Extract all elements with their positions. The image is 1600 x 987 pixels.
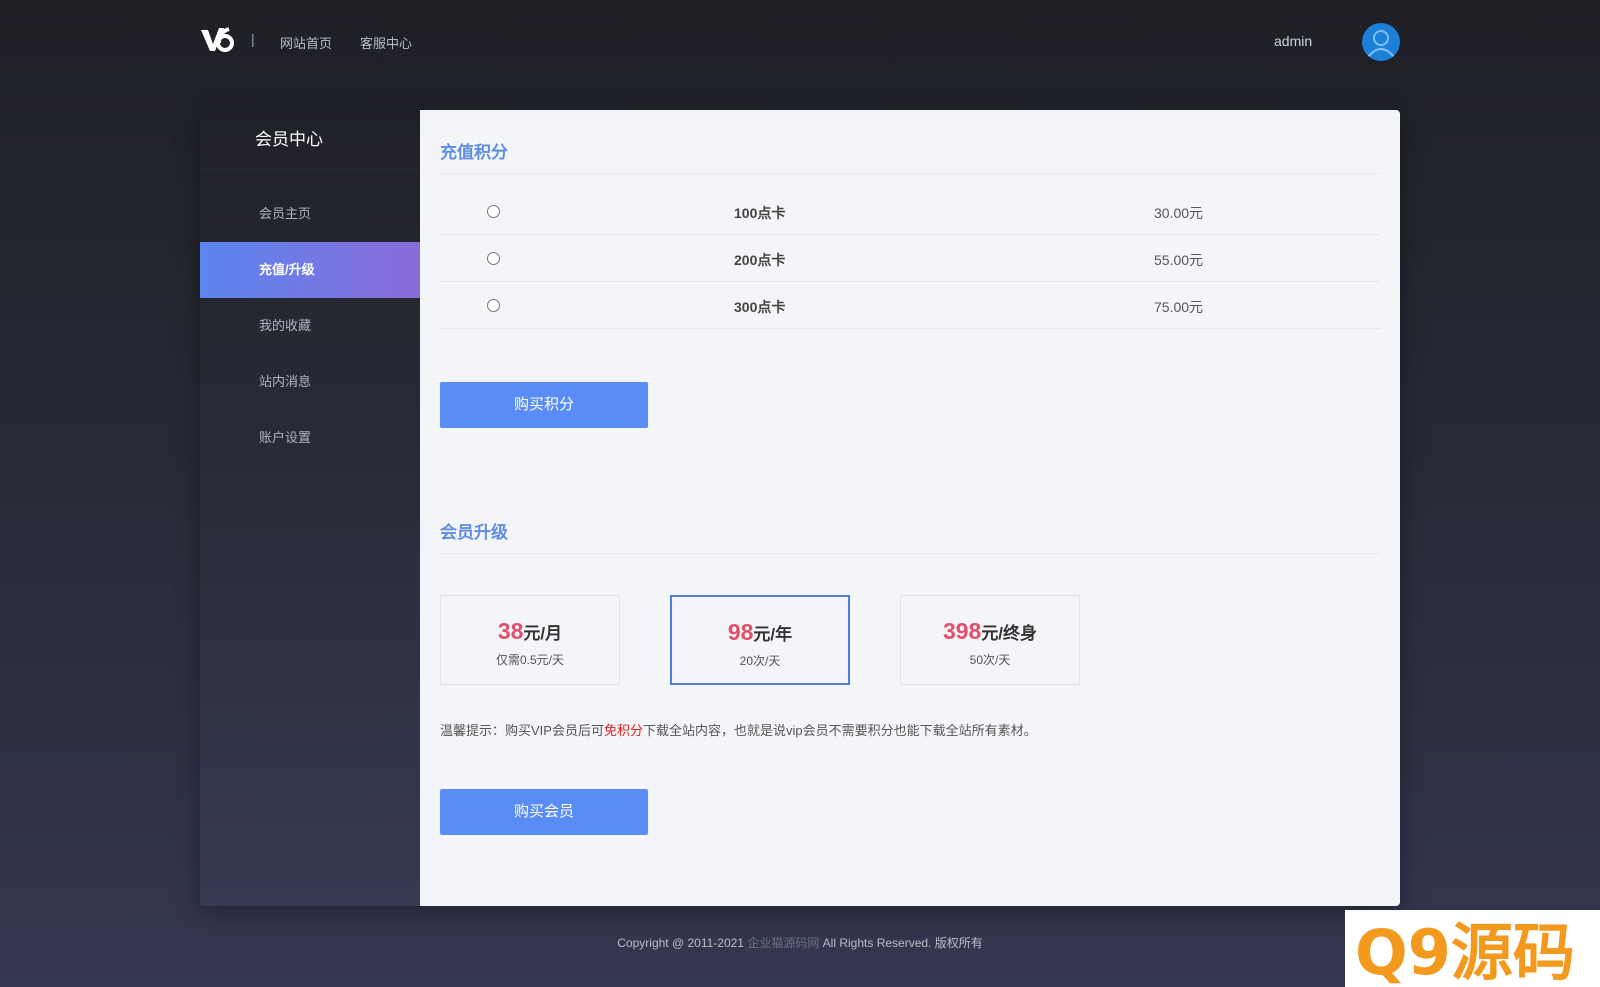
option-price: 30.00元 [1154,205,1204,221]
sidebar: 会员中心 会员主页 充值/升级 我的收藏 站内消息 账户设置 [200,110,420,906]
recharge-radio[interactable] [487,252,500,265]
member-panel: 会员中心 会员主页 充值/升级 我的收藏 站内消息 账户设置 充值积分 100点… [200,110,1400,906]
tip-suffix: 下载全站内容，也就是说vip会员不需要积分也能下载全站所有素材。 [642,723,1037,738]
plan-price: 98元/年 [672,619,848,646]
plan-card-monthly[interactable]: 38元/月 仅需0.5元/天 [440,595,620,685]
username[interactable]: admin [1274,33,1312,49]
v6-logo[interactable] [200,24,234,54]
buy-vip-button[interactable]: 购买会员 [440,789,648,835]
plan-price: 398元/终身 [901,618,1079,645]
copyright-suffix: All Rights Reserved. 版权所有 [822,936,983,950]
tip-prefix: 温馨提示：购买VIP会员后可 [440,723,604,738]
sidebar-title: 会员中心 [200,110,420,170]
vip-tip: 温馨提示：购买VIP会员后可免积分下载全站内容，也就是说vip会员不需要积分也能… [440,720,1037,739]
top-header: | 网站首页 客服中心 admin [0,0,1600,82]
sidebar-item-favorites[interactable]: 我的收藏 [200,298,420,354]
header-separator: | [251,31,255,47]
recharge-option-row[interactable]: 100点卡 30.00元 [440,188,1380,235]
plan-note: 20次/天 [739,654,781,668]
recharge-radio[interactable] [487,299,500,312]
buy-points-button[interactable]: 购买积分 [440,382,648,428]
recharge-section-title: 充值积分 [440,138,1380,174]
recharge-options: 100点卡 30.00元 200点卡 55.00元 300点卡 75.00元 [440,188,1380,329]
recharge-option-row[interactable]: 200点卡 55.00元 [440,235,1380,282]
option-name: 300点卡 [734,299,786,315]
watermark-logo: Q9源码 [1345,910,1600,987]
sidebar-item-messages[interactable]: 站内消息 [200,354,420,410]
plan-note: 仅需0.5元/天 [495,653,565,667]
plan-unit: 元/年 [753,625,793,644]
main-content: 充值积分 100点卡 30.00元 200点卡 55.00元 300点卡 75.… [420,110,1400,906]
option-name: 100点卡 [734,205,786,221]
option-name: 200点卡 [734,252,786,268]
site-link[interactable]: 企业猫源码网 [747,936,819,950]
upgrade-section-title: 会员升级 [440,518,1380,554]
plan-card-lifetime[interactable]: 398元/终身 50次/天 [900,595,1080,685]
sidebar-item-settings[interactable]: 账户设置 [200,410,420,466]
tip-highlight: 免积分 [603,723,643,738]
nav-service-link[interactable]: 客服中心 [360,33,412,52]
plan-note: 50次/天 [969,653,1011,667]
copyright-prefix: Copyright @ 2011-2021 [617,936,744,950]
plan-amount: 38 [497,618,524,644]
sidebar-nav: 会员主页 充值/升级 我的收藏 站内消息 账户设置 [200,186,420,466]
recharge-option-row[interactable]: 300点卡 75.00元 [440,282,1380,329]
sidebar-item-home[interactable]: 会员主页 [200,186,420,242]
plan-price: 38元/月 [441,618,619,645]
option-price: 55.00元 [1154,252,1204,268]
sidebar-item-recharge[interactable]: 充值/升级 [200,242,420,298]
user-avatar-icon[interactable] [1362,23,1400,61]
plan-unit: 元/终身 [981,624,1038,643]
nav-home-link[interactable]: 网站首页 [280,33,332,52]
option-price: 75.00元 [1154,299,1204,315]
plan-amount: 398 [942,618,982,644]
vip-plans: 38元/月 仅需0.5元/天 98元/年 20次/天 398元/终身 50次/天 [440,595,1380,687]
plan-unit: 元/月 [523,624,563,643]
watermark-text: Q9源码 [1355,916,1575,987]
plan-amount: 98 [727,619,754,645]
recharge-radio[interactable] [487,205,500,218]
plan-card-yearly[interactable]: 98元/年 20次/天 [670,595,850,685]
